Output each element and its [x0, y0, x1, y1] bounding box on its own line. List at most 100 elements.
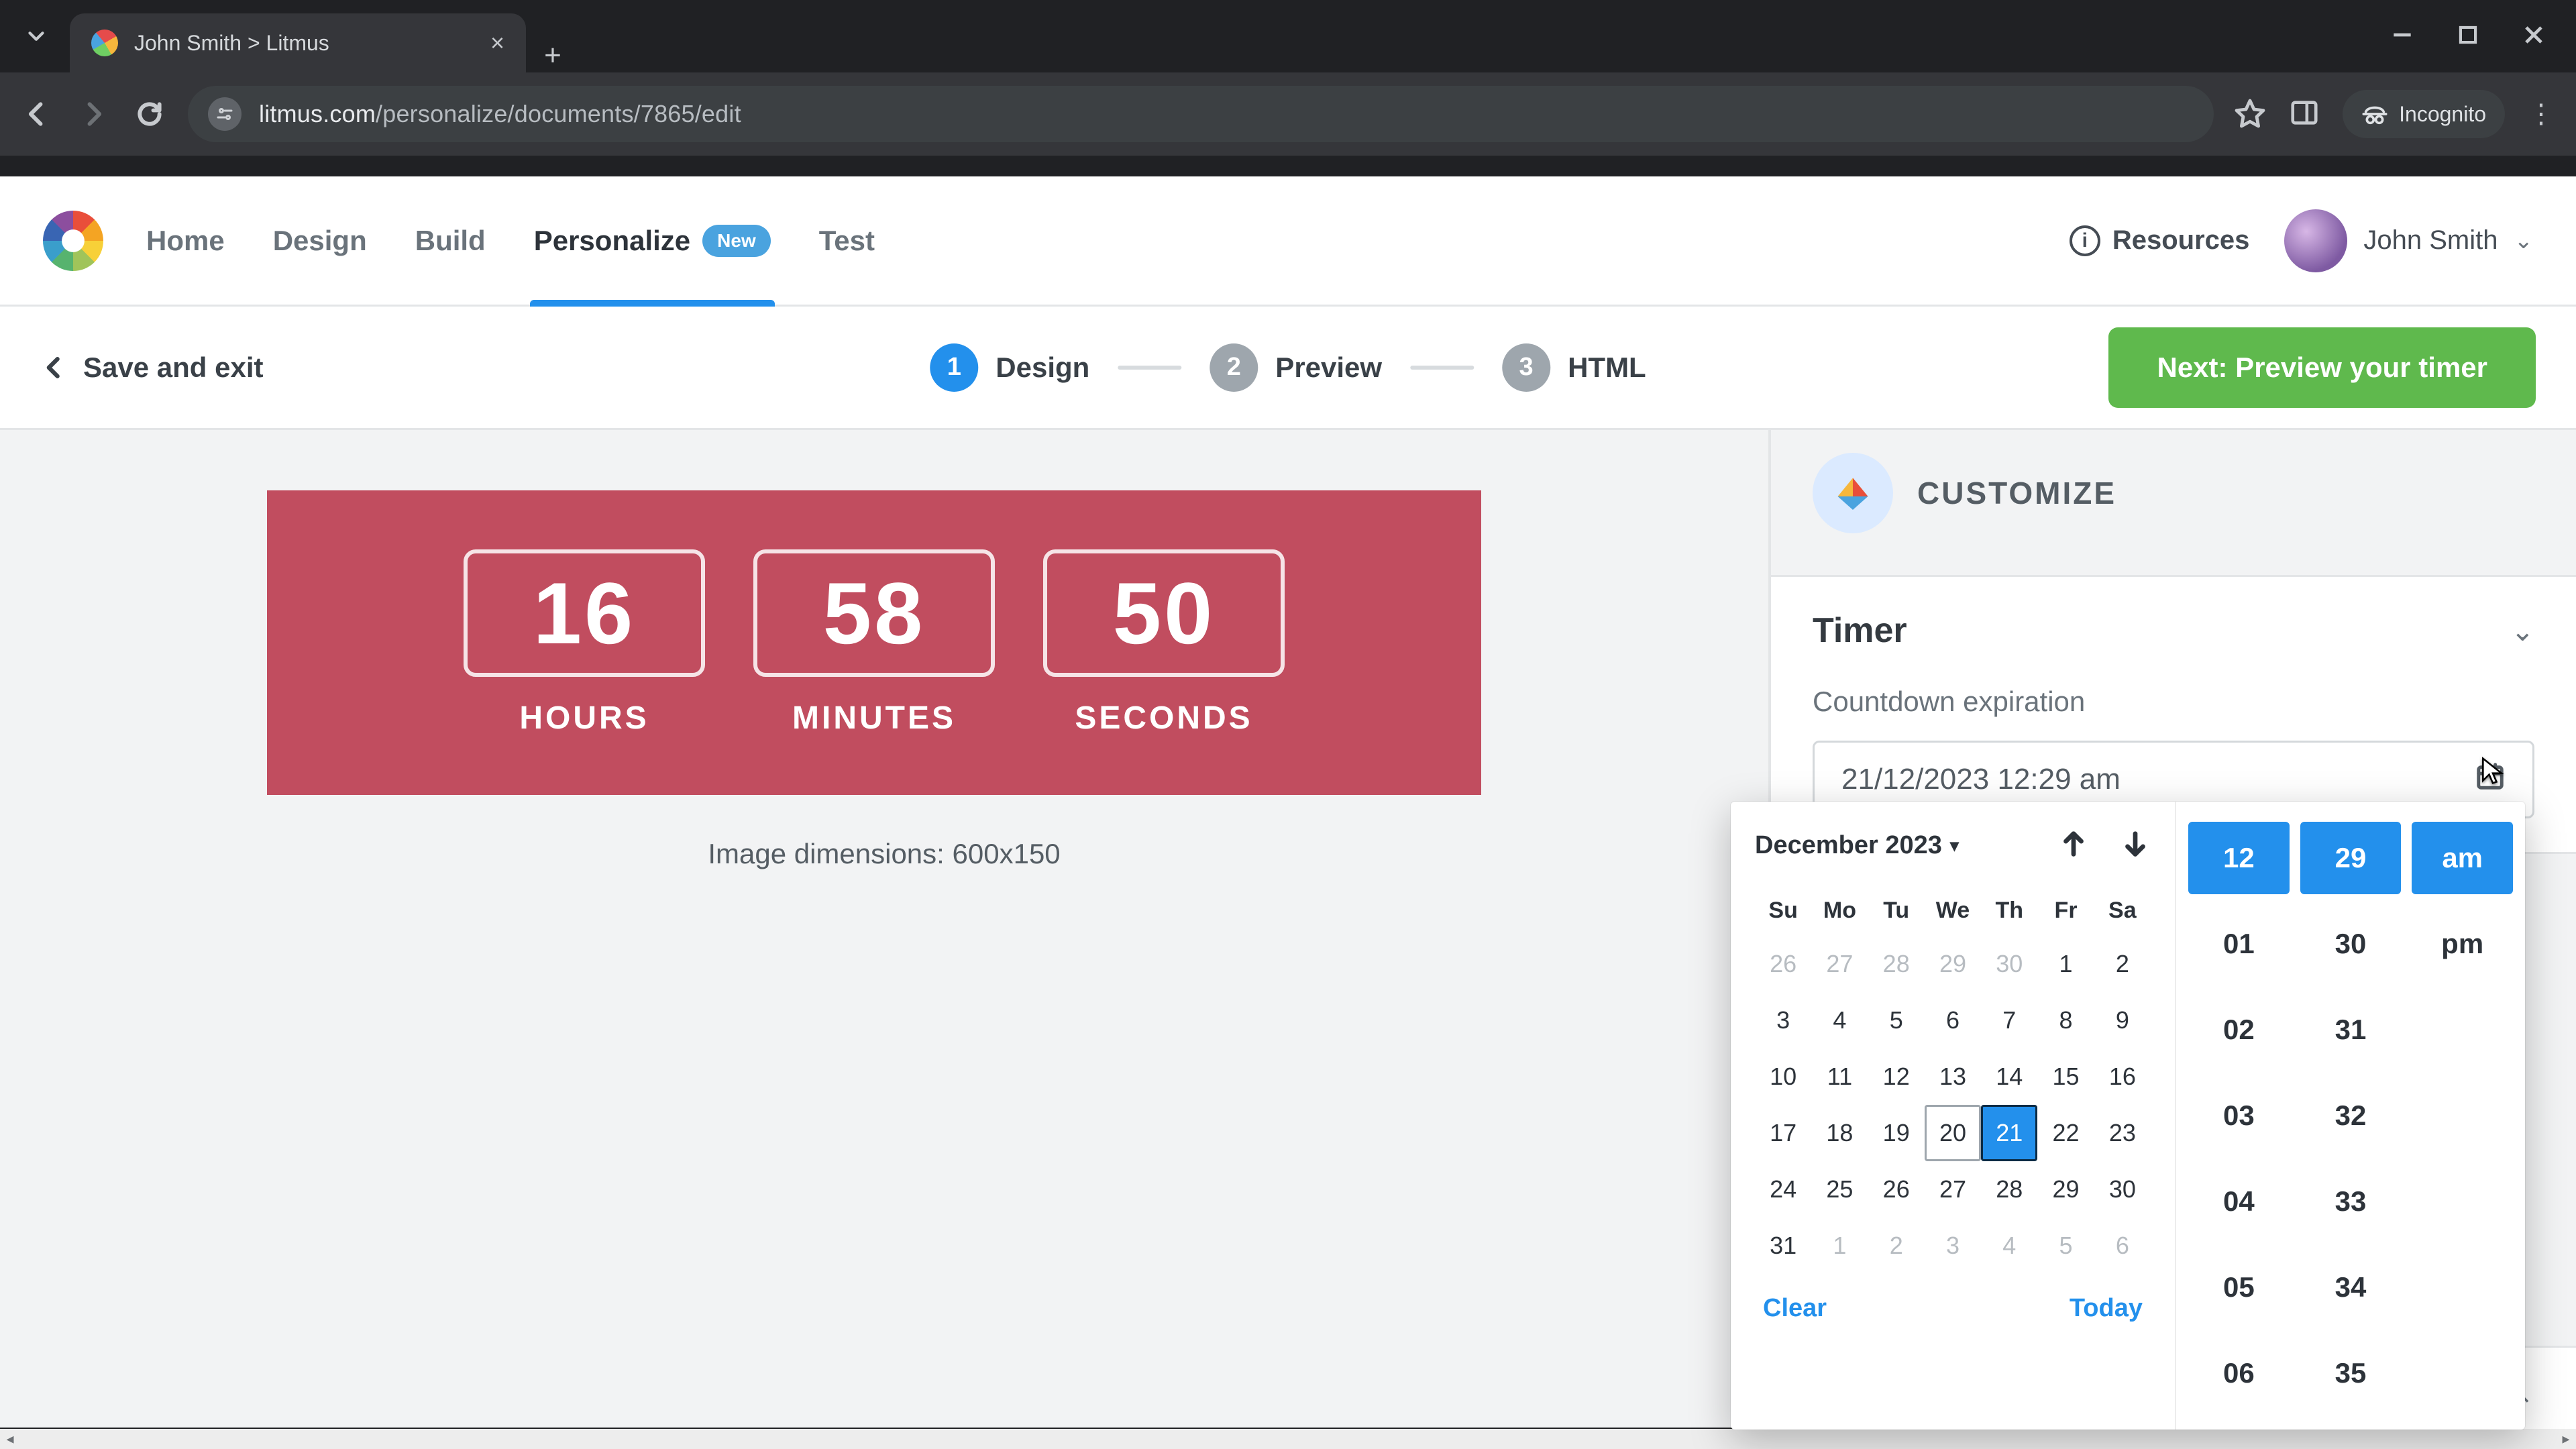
bookmark-star-icon[interactable] — [2234, 97, 2266, 132]
calendar-day[interactable]: 12 — [1868, 1049, 1925, 1105]
avatar — [2284, 209, 2347, 272]
calendar-day[interactable]: 9 — [2094, 992, 2151, 1049]
app-header: Home Design Build PersonalizeNew Test i Reso… — [0, 176, 2576, 307]
calendar-day[interactable]: 8 — [2037, 992, 2094, 1049]
weekday-header: We — [1925, 885, 1981, 936]
calendar-day: 28 — [1868, 936, 1925, 992]
time-hour-option[interactable]: 06 — [2188, 1337, 2290, 1409]
browser-back-button[interactable] — [19, 96, 55, 132]
calendar-day[interactable]: 31 — [1755, 1218, 1811, 1274]
time-minute-option[interactable]: 30 — [2300, 908, 2402, 980]
calendar-day[interactable]: 22 — [2037, 1105, 2094, 1161]
calendar-clear-button[interactable]: Clear — [1763, 1294, 1827, 1323]
calendar-day: 4 — [1981, 1218, 2037, 1274]
nav-item-build[interactable]: Build — [415, 176, 486, 305]
app-logo-icon[interactable] — [43, 211, 103, 271]
time-minute-option[interactable]: 35 — [2300, 1337, 2402, 1409]
time-minute-option[interactable]: 34 — [2300, 1251, 2402, 1324]
close-tab-icon[interactable]: × — [490, 31, 504, 55]
scroll-right-icon[interactable]: ▸ — [2556, 1429, 2576, 1449]
browser-menu-icon[interactable]: ⋮ — [2528, 99, 2557, 129]
calendar-day[interactable]: 1 — [2037, 936, 2094, 992]
weekday-header: Tu — [1868, 885, 1925, 936]
next-preview-button[interactable]: Next: Preview your timer — [2108, 327, 2536, 408]
calendar-day[interactable]: 13 — [1925, 1049, 1981, 1105]
browser-reload-button[interactable] — [131, 96, 168, 132]
time-minute-option[interactable]: 31 — [2300, 994, 2402, 1066]
time-hour-option[interactable]: 01 — [2188, 908, 2290, 980]
calendar-day[interactable]: 2 — [2094, 936, 2151, 992]
new-tab-button[interactable]: + — [526, 39, 580, 72]
calendar-day[interactable]: 23 — [2094, 1105, 2151, 1161]
calendar-day[interactable]: 26 — [1868, 1161, 1925, 1218]
step-preview[interactable]: 2Preview — [1210, 343, 1382, 392]
calendar-day: 26 — [1755, 936, 1811, 992]
calendar-day[interactable]: 7 — [1981, 992, 2037, 1049]
time-hour-option[interactable]: 03 — [2188, 1079, 2290, 1152]
calendar-day[interactable]: 5 — [1868, 992, 1925, 1049]
calendar-day: 2 — [1868, 1218, 1925, 1274]
site-settings-icon[interactable] — [208, 97, 241, 131]
calendar-day[interactable]: 16 — [2094, 1049, 2151, 1105]
calendar-day[interactable]: 30 — [2094, 1161, 2151, 1218]
save-and-exit-button[interactable]: Save and exit — [40, 352, 263, 384]
calendar-day[interactable]: 15 — [2037, 1049, 2094, 1105]
window-maximize-icon[interactable] — [2455, 22, 2481, 51]
calendar-day[interactable]: 27 — [1925, 1161, 1981, 1218]
calendar-day[interactable]: 21 — [1981, 1105, 2037, 1161]
browser-tab[interactable]: John Smith > Litmus × — [70, 13, 526, 72]
user-menu[interactable]: John Smith ⌄ — [2284, 209, 2533, 272]
prev-month-button[interactable] — [2058, 828, 2089, 863]
incognito-badge[interactable]: Incognito — [2343, 90, 2505, 138]
calendar-day[interactable]: 10 — [1755, 1049, 1811, 1105]
step-label: Preview — [1275, 352, 1382, 384]
calendar-day[interactable]: 6 — [1925, 992, 1981, 1049]
side-panel-icon[interactable] — [2289, 97, 2320, 131]
calendar-day[interactable]: 3 — [1755, 992, 1811, 1049]
time-minute-option[interactable]: 33 — [2300, 1165, 2402, 1238]
chevron-down-icon: ⌄ — [2514, 227, 2534, 254]
calendar-day[interactable]: 24 — [1755, 1161, 1811, 1218]
customize-heading: CUSTOMIZE — [1917, 475, 2116, 511]
browser-forward-button[interactable] — [75, 96, 111, 132]
window-minimize-icon[interactable] — [2390, 22, 2415, 51]
time-hour-option[interactable]: 04 — [2188, 1165, 2290, 1238]
calendar-day[interactable]: 18 — [1811, 1105, 1868, 1161]
nav-item-personalize[interactable]: PersonalizeNew — [534, 176, 771, 305]
calendar-day[interactable]: 20 — [1925, 1105, 1981, 1161]
calendar-day[interactable]: 14 — [1981, 1049, 2037, 1105]
calendar-day[interactable]: 25 — [1811, 1161, 1868, 1218]
time-minute-option[interactable]: 32 — [2300, 1079, 2402, 1152]
calendar-icon[interactable] — [2475, 761, 2506, 799]
calendar-day[interactable]: 28 — [1981, 1161, 2037, 1218]
step-divider — [1118, 366, 1181, 370]
month-year-selector[interactable]: December 2023▾ — [1755, 831, 1959, 860]
time-hour-option[interactable]: 02 — [2188, 994, 2290, 1066]
calendar-today-button[interactable]: Today — [2070, 1294, 2143, 1323]
time-hour-option[interactable]: 12 — [2188, 822, 2290, 894]
step-design[interactable]: 1Design — [930, 343, 1089, 392]
window-close-icon[interactable] — [2521, 22, 2546, 51]
calendar-day[interactable]: 11 — [1811, 1049, 1868, 1105]
calendar-day[interactable]: 29 — [2037, 1161, 2094, 1218]
time-ampm-option[interactable]: pm — [2412, 908, 2513, 980]
calendar-day[interactable]: 17 — [1755, 1105, 1811, 1161]
calendar-day[interactable]: 19 — [1868, 1105, 1925, 1161]
horizontal-scrollbar[interactable]: ◂ ▸ — [0, 1429, 2576, 1449]
time-minute-option[interactable]: 29 — [2300, 822, 2402, 894]
calendar-day[interactable]: 4 — [1811, 992, 1868, 1049]
step-html[interactable]: 3HTML — [1502, 343, 1646, 392]
accordion-timer-header[interactable]: Timer ⌄ — [1813, 610, 2534, 651]
tab-search-dropdown[interactable] — [15, 15, 58, 58]
scroll-left-icon[interactable]: ◂ — [0, 1429, 20, 1449]
nav-item-test[interactable]: Test — [819, 176, 875, 305]
time-ampm-option[interactable]: am — [2412, 822, 2513, 894]
time-hour-option[interactable]: 05 — [2188, 1251, 2290, 1324]
resources-link[interactable]: i Resources — [2070, 225, 2250, 256]
nav-item-design[interactable]: Design — [273, 176, 367, 305]
countdown-seconds-label: SECONDS — [1043, 700, 1285, 737]
favicon-icon — [91, 30, 118, 56]
address-bar[interactable]: litmus.com/personalize/documents/7865/ed… — [188, 86, 2214, 142]
nav-item-home[interactable]: Home — [146, 176, 225, 305]
next-month-button[interactable] — [2120, 828, 2151, 863]
